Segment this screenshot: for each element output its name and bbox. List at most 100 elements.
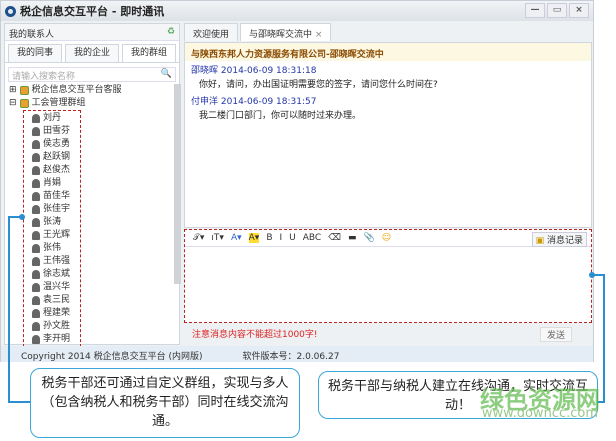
group-name: 税企信息交互平台客服 (31, 85, 122, 95)
contact-item[interactable]: 孙文胜 (32, 320, 80, 333)
maximize-button[interactable]: ▭ (547, 3, 567, 18)
contact-name: 王伟强 (43, 256, 71, 266)
history-label: 消息记录 (546, 236, 583, 246)
person-icon (32, 244, 40, 253)
search-placeholder: 请输入搜索名称 (12, 72, 76, 82)
toolbar-button[interactable]: 📎 (363, 233, 374, 243)
contact-item[interactable]: 刘丹 (32, 112, 80, 125)
contact-item[interactable]: 张涛 (32, 216, 80, 229)
contact-item[interactable]: 侯志勇 (32, 138, 80, 151)
contact-name: 王光辉 (43, 230, 71, 240)
tab-close-icon[interactable]: × (315, 30, 323, 40)
person-icon (32, 140, 40, 149)
toolbar-button[interactable]: ABC (303, 233, 321, 243)
person-icon (32, 257, 40, 266)
chat-panel: 欢迎使用 与邵晓晖交流中 × 与陕西东邦人力资源服务有限公司-邵晓晖交流中 邵晓… (184, 23, 592, 345)
person-icon (32, 231, 40, 240)
contact-item[interactable]: 程建荣 (32, 307, 80, 320)
connector-line (8, 401, 30, 403)
toolbar-button[interactable]: B (266, 233, 272, 243)
toolbar-button[interactable]: I (280, 233, 283, 243)
contact-name: 袁三民 (43, 295, 71, 305)
contact-name: 赵跃钢 (43, 152, 71, 162)
history-icon: ▣ (535, 236, 545, 246)
connector-dot (19, 214, 25, 220)
toolbar-button[interactable]: 𝒯▾ (193, 233, 204, 243)
copyright: Copyright 2014 税企信息交互平台 (内网版) (21, 352, 203, 362)
contact-item[interactable]: 赵俊杰 (32, 164, 80, 177)
contact-name: 刘丹 (43, 113, 62, 123)
contact-item[interactable]: 张佳宇 (32, 203, 80, 216)
contact-name: 张佳宇 (43, 204, 71, 214)
person-icon (32, 309, 40, 318)
contact-name: 李开明 (43, 334, 71, 344)
contact-item[interactable]: 苗佳华 (32, 190, 80, 203)
contact-item[interactable]: 温兴华 (32, 281, 80, 294)
contact-item[interactable]: 赵跃钢 (32, 151, 80, 164)
contact-name: 程建荣 (43, 308, 71, 318)
tab-chat[interactable]: 与邵晓晖交流中 × (240, 23, 332, 41)
tab-companies[interactable]: 我的企业 (65, 44, 119, 62)
contact-item[interactable]: 李开明 (32, 333, 80, 346)
toolbar-button[interactable]: ıT▾ (211, 233, 224, 243)
contact-item[interactable]: 王光辉 (32, 229, 80, 242)
contact-item[interactable]: 田雪芬 (32, 125, 80, 138)
search-input[interactable]: 请输入搜索名称 🔍 (8, 67, 176, 82)
window-title: 税企信息交互平台 - 即时通讯 (20, 5, 165, 18)
refresh-icon[interactable]: ♻ (167, 27, 175, 37)
person-icon (32, 296, 40, 305)
close-button[interactable]: × (569, 3, 589, 18)
person-icon (32, 270, 40, 279)
version: 软件版本号：2.0.06.27 (242, 352, 340, 362)
message: 付申洋 2014-06-09 18:31:57 我二楼门口部门，你可以随时过来办理… (185, 92, 591, 123)
toolbar-button[interactable]: U (289, 233, 296, 243)
group-members: 刘丹田雪芬侯志勇 赵跃钢赵俊杰 肖娟苗佳华 张佳宇张涛王光辉张伟王伟强徐志斌温兴华 袁三… (23, 110, 81, 346)
contact-name: 田雪芬 (43, 126, 71, 136)
message: 邵晓晖 2014-06-09 18:31:18 你好，请问，办出国证明需要您的签字… (185, 61, 591, 92)
tree-group[interactable]: ⊟ 工会管理群组 (9, 97, 173, 110)
group-icon (19, 86, 29, 95)
contact-name: 肖娟 (43, 178, 62, 188)
contact-item[interactable]: 徐志斌 (32, 268, 80, 281)
person-icon (32, 153, 40, 162)
toolbar-button[interactable]: ☺ (382, 233, 391, 243)
contact-item[interactable]: 肖娟 (32, 177, 80, 190)
contact-item[interactable]: 张伟 (32, 242, 80, 255)
tab-groups[interactable]: 我的群组 (122, 44, 176, 62)
connector-line (603, 274, 605, 403)
tab-colleagues[interactable]: 我的同事 (8, 44, 62, 62)
message-text: 我二楼门口部门，你可以随时过来办理。 (199, 111, 362, 121)
connector-line (8, 216, 10, 403)
group-icon (19, 99, 29, 108)
tab-welcome[interactable]: 欢迎使用 (184, 23, 239, 41)
group-name: 工会管理群组 (31, 98, 86, 108)
contacts-panel: 我的联系人 ♻ 我的同事 我的企业 我的群组 请输入搜索名称 🔍 ⊞ 税企信息交互平台… (4, 23, 181, 346)
history-button[interactable]: ▣ 消息记录 (531, 232, 587, 247)
person-icon (32, 322, 40, 331)
person-icon (32, 205, 40, 214)
contact-item[interactable]: 王伟强 (32, 255, 80, 268)
toolbar-button[interactable]: A▾ (248, 233, 260, 243)
app-logo-icon (5, 5, 16, 17)
toolbar-button[interactable]: ⌫ (328, 233, 341, 243)
contact-item[interactable]: 袁三民 (32, 294, 80, 307)
person-icon (32, 335, 40, 344)
status-bar: Copyright 2014 税企信息交互平台 (内网版) 软件版本号：2.0.… (1, 346, 593, 362)
watermark-url: www.downcc.com (481, 406, 598, 421)
person-icon (32, 127, 40, 136)
contact-name: 张伟 (43, 243, 62, 253)
tree-group[interactable]: ⊞ 税企信息交互平台客服 (9, 84, 173, 97)
contact-name: 徐志斌 (43, 269, 71, 279)
length-warning: 注意消息内容不能超过1000字! (192, 330, 318, 340)
contact-name: 孙文胜 (43, 321, 71, 331)
toolbar-button[interactable]: ▬ (348, 233, 357, 243)
toolbar-button[interactable]: A▾ (231, 233, 242, 243)
message-editor[interactable]: 𝒯▾ ıT▾ A▾ A▾ B I U ABC ⌫ ▬ 📎 ☺ ▣ 消息记录 (184, 229, 592, 323)
send-button[interactable]: 发送 (539, 327, 572, 342)
scrollbar[interactable] (174, 84, 181, 284)
minimize-button[interactable]: — (525, 3, 545, 18)
contact-name: 张涛 (43, 217, 62, 227)
search-icon[interactable]: 🔍 (161, 69, 172, 80)
person-icon (32, 283, 40, 292)
person-icon (32, 192, 40, 201)
